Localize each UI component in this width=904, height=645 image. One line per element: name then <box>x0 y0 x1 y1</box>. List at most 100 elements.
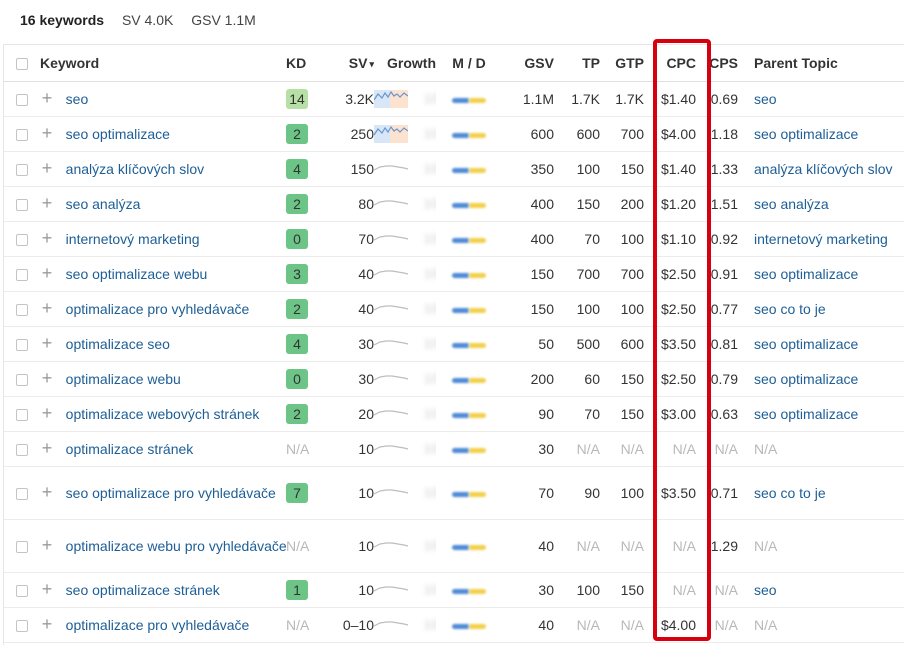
parent-topic-link[interactable]: seo optimalizace <box>754 126 858 142</box>
kd-badge: 2 <box>286 194 308 214</box>
keyword-link[interactable]: optimalizace stránek <box>66 440 194 458</box>
kd-cell: 0 <box>286 361 330 397</box>
row-select-cell[interactable] <box>4 186 40 222</box>
col-header-growth[interactable]: Growth <box>374 45 436 82</box>
col-header-sv[interactable]: SV ▾ <box>330 45 374 82</box>
growth-value: 100% <box>423 537 436 553</box>
row-select-cell[interactable] <box>4 519 40 573</box>
keyword-link[interactable]: optimalizace webu pro vyhledávače <box>66 537 286 555</box>
parent-topic-link[interactable]: analýza klíčových slov <box>754 161 893 177</box>
row-checkbox[interactable] <box>16 409 28 422</box>
add-to-list-icon[interactable]: + <box>40 229 54 247</box>
parent-topic-link[interactable]: seo optimalizace <box>754 336 858 352</box>
row-checkbox[interactable] <box>16 234 28 247</box>
keyword-link[interactable]: seo optimalizace stránek <box>66 581 220 599</box>
row-checkbox[interactable] <box>16 620 28 633</box>
keyword-link[interactable]: optimalizace webu <box>66 370 181 388</box>
row-select-cell[interactable] <box>4 291 40 327</box>
keyword-link[interactable]: seo analýza <box>66 195 141 213</box>
col-header-md[interactable]: M / D <box>436 45 502 82</box>
gsv-cell: 600 <box>502 116 554 152</box>
row-select-cell[interactable] <box>4 572 40 608</box>
add-to-list-icon[interactable]: + <box>40 439 54 457</box>
keyword-link[interactable]: seo optimalizace pro vyhledávače <box>66 484 276 502</box>
parent-topic-link[interactable]: seo co to je <box>754 301 826 317</box>
select-all-checkbox[interactable] <box>16 58 28 71</box>
row-select-cell[interactable] <box>4 221 40 257</box>
row-checkbox[interactable] <box>16 164 28 177</box>
row-select-cell[interactable] <box>4 151 40 187</box>
parent-topic-cell: seo optimalizace <box>754 116 904 152</box>
table-row: + seo optimalizace pro vyhledávače710 10… <box>4 466 904 520</box>
add-to-list-icon[interactable]: + <box>40 334 54 352</box>
add-to-list-icon[interactable]: + <box>40 124 54 142</box>
col-header-parent-topic[interactable]: Parent Topic <box>754 45 904 82</box>
parent-topic-link[interactable]: seo co to je <box>754 485 826 501</box>
row-select-cell[interactable] <box>4 466 40 520</box>
col-header-kd[interactable]: KD <box>286 45 330 82</box>
row-select-cell[interactable] <box>4 607 40 643</box>
add-to-list-icon[interactable]: + <box>40 194 54 212</box>
row-select-cell[interactable] <box>4 361 40 397</box>
add-to-list-icon[interactable]: + <box>40 89 54 107</box>
row-select-cell[interactable] <box>4 396 40 432</box>
add-to-list-icon[interactable]: + <box>40 615 54 633</box>
row-select-cell[interactable] <box>4 81 40 117</box>
row-checkbox[interactable] <box>16 304 28 317</box>
parent-topic-link[interactable]: seo <box>754 91 777 107</box>
table-row: + seo optimalizace2250 100%600600700$4.0… <box>4 116 904 152</box>
select-all-cell[interactable] <box>4 45 40 82</box>
row-checkbox[interactable] <box>16 541 28 554</box>
col-header-cps[interactable]: CPS <box>696 45 738 82</box>
col-header-tp[interactable]: TP <box>554 45 600 82</box>
row-checkbox[interactable] <box>16 269 28 282</box>
col-header-gsv[interactable]: GSV <box>502 45 554 82</box>
row-checkbox[interactable] <box>16 585 28 598</box>
mobile-desktop-bar <box>452 623 486 629</box>
keyword-link[interactable]: seo optimalizace <box>66 125 170 143</box>
table-row: + analýza klíčových slov4150 100%3501001… <box>4 151 904 187</box>
add-to-list-icon[interactable]: + <box>40 404 54 422</box>
row-select-cell[interactable] <box>4 431 40 467</box>
add-to-list-icon[interactable]: + <box>40 264 54 282</box>
md-cell <box>436 572 502 608</box>
row-checkbox[interactable] <box>16 129 28 142</box>
parent-topic-link[interactable]: seo optimalizace <box>754 371 858 387</box>
md-cell <box>436 81 502 117</box>
keyword-link[interactable]: optimalizace pro vyhledávače <box>66 616 250 634</box>
add-to-list-icon[interactable]: + <box>40 580 54 598</box>
keyword-link[interactable]: optimalizace pro vyhledávače <box>66 300 250 318</box>
keyword-link[interactable]: seo <box>66 90 89 108</box>
parent-topic-link[interactable]: seo analýza <box>754 196 829 212</box>
parent-topic-link[interactable]: seo <box>754 582 777 598</box>
row-checkbox[interactable] <box>16 94 28 107</box>
parent-topic-link[interactable]: internetový marketing <box>754 231 888 247</box>
md-cell <box>436 256 502 292</box>
row-select-cell[interactable] <box>4 116 40 152</box>
keyword-link[interactable]: analýza klíčových slov <box>66 160 205 178</box>
parent-topic-link[interactable]: seo optimalizace <box>754 266 858 282</box>
row-checkbox[interactable] <box>16 374 28 387</box>
col-header-keyword[interactable]: Keyword <box>40 45 286 82</box>
add-to-list-icon[interactable]: + <box>40 369 54 387</box>
row-select-cell[interactable] <box>4 326 40 362</box>
keyword-link[interactable]: optimalizace webových stránek <box>66 405 260 423</box>
row-checkbox[interactable] <box>16 444 28 457</box>
add-to-list-icon[interactable]: + <box>40 536 54 554</box>
col-header-cpc[interactable]: CPC <box>644 45 696 82</box>
row-select-cell[interactable] <box>4 256 40 292</box>
row-checkbox[interactable] <box>16 488 28 501</box>
keyword-link[interactable]: optimalizace seo <box>66 335 170 353</box>
add-to-list-icon[interactable]: + <box>40 159 54 177</box>
parent-topic-cell: N/A <box>754 519 904 573</box>
add-to-list-icon[interactable]: + <box>40 299 54 317</box>
keyword-cell: + seo <box>40 81 286 117</box>
keyword-link[interactable]: internetový marketing <box>66 230 200 248</box>
add-to-list-icon[interactable]: + <box>40 483 54 501</box>
growth-cell: 100% <box>374 116 436 152</box>
parent-topic-link[interactable]: seo optimalizace <box>754 406 858 422</box>
col-header-gtp[interactable]: GTP <box>600 45 644 82</box>
keyword-link[interactable]: seo optimalizace webu <box>66 265 208 283</box>
row-checkbox[interactable] <box>16 339 28 352</box>
row-checkbox[interactable] <box>16 199 28 212</box>
